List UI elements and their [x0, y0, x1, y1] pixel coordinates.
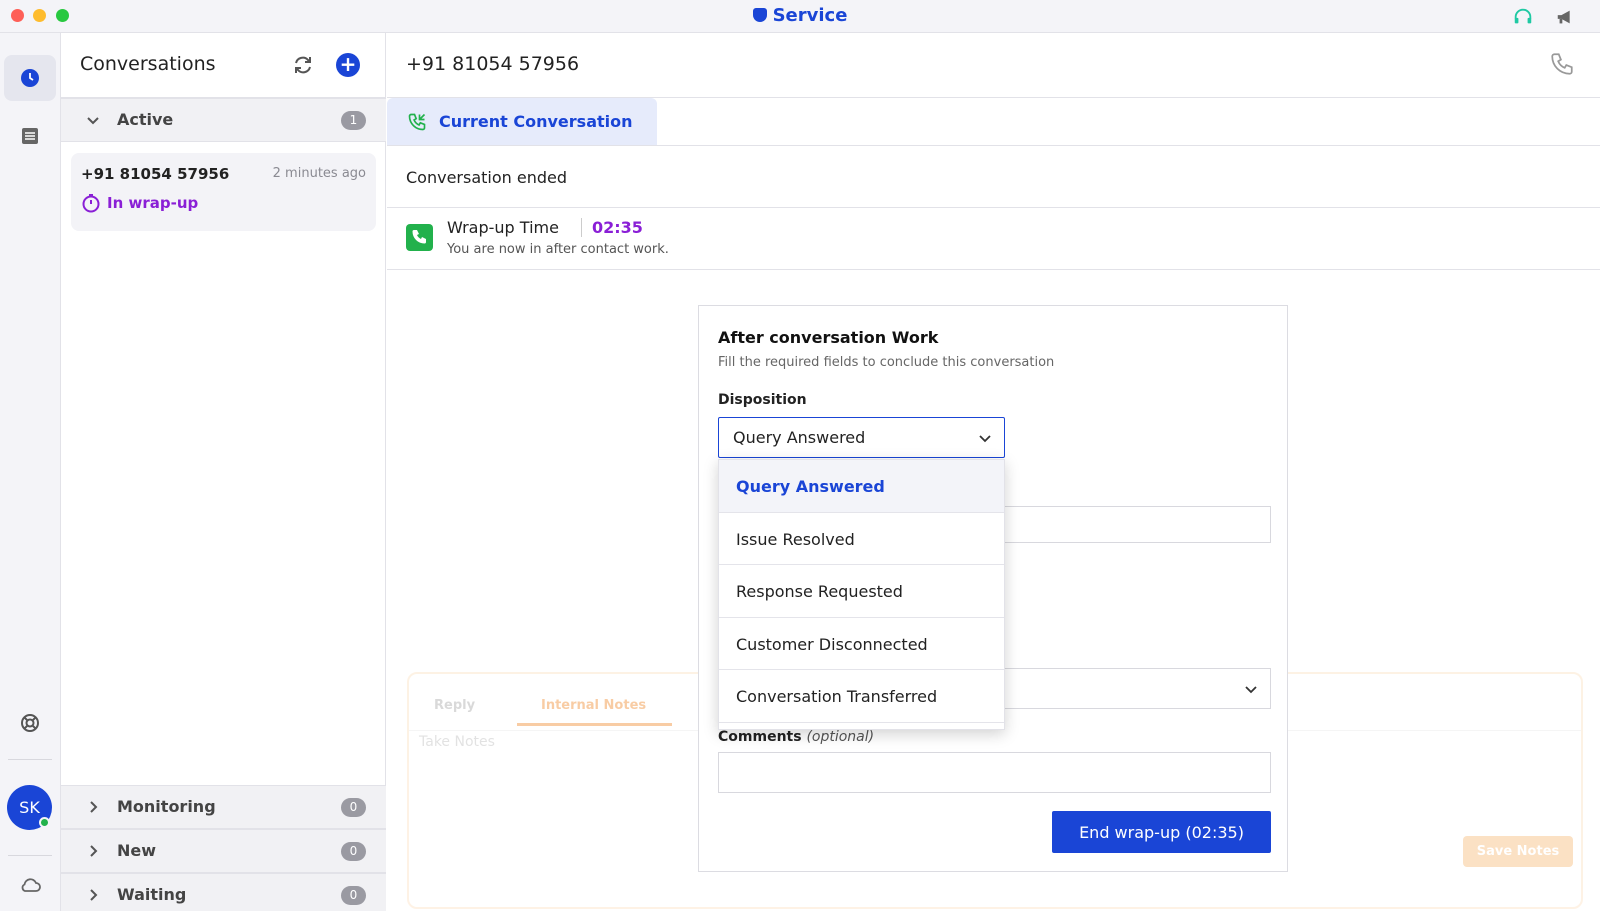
- rail-divider: [8, 855, 52, 856]
- phone-incoming-icon: [408, 113, 426, 130]
- dropdown-option[interactable]: Conversation Transferred: [719, 670, 1004, 723]
- internal-notes-tab: Internal Notes: [517, 690, 672, 726]
- section-monitoring[interactable]: Monitoring 0: [61, 785, 386, 829]
- dropdown-option[interactable]: Issue Resolved: [719, 513, 1004, 565]
- section-waiting[interactable]: Waiting 0: [61, 873, 386, 911]
- card-title: After conversation Work: [718, 328, 939, 347]
- chevron-down-icon: [87, 117, 99, 125]
- section-active[interactable]: Active 1: [61, 98, 386, 142]
- conversation-time: 2 minutes ago: [272, 166, 366, 181]
- count-badge: 0: [341, 842, 366, 861]
- chevron-right-icon: [90, 845, 98, 857]
- rail-divider: [8, 759, 52, 760]
- title-bar: Service: [0, 0, 1600, 33]
- conversation-tabs: Current Conversation: [387, 98, 1600, 146]
- main-header: +91 81054 57956: [387, 33, 1600, 98]
- rail-cloud-button[interactable]: [4, 861, 56, 907]
- count-badge: 0: [341, 798, 366, 817]
- rail-help-button[interactable]: [4, 700, 56, 746]
- dropdown-option[interactable]: Customer Disconnected: [719, 618, 1004, 670]
- chevron-right-icon: [90, 801, 98, 813]
- megaphone-icon[interactable]: [1555, 6, 1577, 28]
- dropdown-option[interactable]: Response Requested: [719, 565, 1004, 618]
- timer-icon: [82, 194, 100, 213]
- chevron-right-icon: [90, 889, 98, 901]
- app-title: Service: [0, 5, 1600, 26]
- rail-list-button[interactable]: [4, 113, 56, 159]
- conversation-item[interactable]: +91 81054 57956 2 minutes ago In wrap-up: [71, 153, 376, 231]
- conversations-title: Conversations: [80, 53, 216, 75]
- lifebuoy-icon: [21, 714, 39, 732]
- headset-icon[interactable]: [1512, 6, 1534, 28]
- conversations-panel: Conversations + Active 1 +91 81054 57956…: [61, 33, 386, 911]
- left-rail: SK: [0, 33, 61, 911]
- notes-placeholder: Take Notes: [419, 734, 495, 750]
- service-logo-icon: [752, 8, 767, 22]
- conversation-status-row: Conversation ended: [387, 146, 1600, 208]
- card-subtitle: Fill the required fields to conclude thi…: [718, 355, 1055, 370]
- comments-label: Comments (optional): [718, 729, 875, 745]
- tab-current-conversation[interactable]: Current Conversation: [387, 98, 657, 145]
- disposition-label: Disposition: [718, 392, 807, 408]
- conversation-number: +91 81054 57956: [81, 165, 230, 183]
- rail-conversations-button[interactable]: [4, 55, 56, 101]
- wrapup-row: Wrap-up Time 02:35 You are now in after …: [387, 208, 1600, 270]
- comments-input[interactable]: [718, 752, 1271, 793]
- save-notes-button: Save Notes: [1463, 836, 1573, 867]
- clock-icon: [21, 69, 39, 87]
- chevron-down-icon: [1245, 686, 1257, 694]
- wrapup-timer: 02:35: [581, 218, 643, 237]
- count-badge: 1: [341, 111, 366, 130]
- section-new[interactable]: New 0: [61, 829, 386, 873]
- cloud-icon: [21, 878, 41, 892]
- refresh-icon[interactable]: [291, 53, 315, 77]
- new-conversation-button[interactable]: +: [336, 53, 360, 77]
- end-wrapup-button[interactable]: End wrap-up (02:35): [1052, 811, 1271, 853]
- phone-icon[interactable]: [1549, 51, 1575, 77]
- reply-tab: Reply: [434, 698, 476, 713]
- conversation-status: In wrap-up: [81, 193, 198, 213]
- contact-phone-number: +91 81054 57956: [406, 53, 580, 75]
- wrapup-phone-icon: [406, 224, 433, 251]
- count-badge: 0: [341, 886, 366, 905]
- online-status-dot: [39, 817, 50, 828]
- disposition-select[interactable]: Query Answered: [718, 417, 1005, 458]
- chevron-down-icon: [979, 435, 991, 443]
- list-icon: [22, 128, 38, 144]
- disposition-dropdown: Query Answered Issue Resolved Response R…: [718, 459, 1005, 730]
- user-avatar[interactable]: SK: [7, 785, 52, 830]
- conversations-header: Conversations +: [61, 33, 386, 98]
- dropdown-option[interactable]: Query Answered: [719, 460, 1004, 513]
